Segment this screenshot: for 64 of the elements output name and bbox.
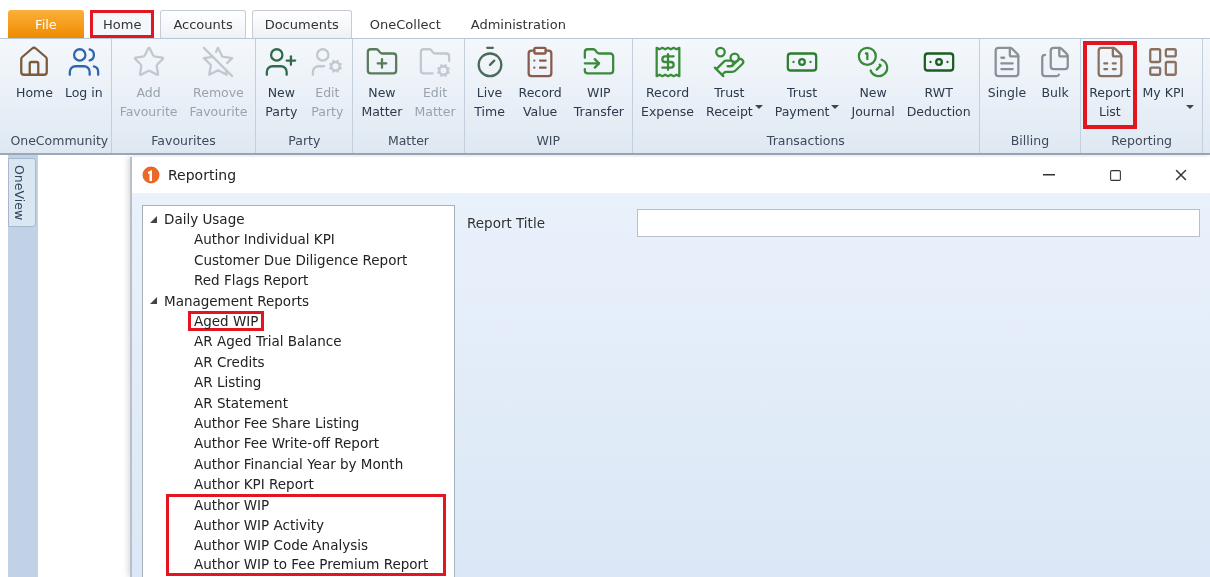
star-icon (131, 45, 166, 79)
ribbon-button[interactable]: Report List (1083, 41, 1137, 129)
ribbon-button[interactable]: Log in (58, 41, 109, 110)
group-label: Party (287, 132, 322, 150)
ribbon-button[interactable]: My KPI (1136, 41, 1201, 110)
tree-item[interactable]: Author WIP to Fee Premium Report (166, 555, 446, 577)
ribbon-button[interactable]: Bulk (1032, 41, 1079, 110)
ribbon-button[interactable]: New Journal (845, 41, 901, 129)
tree-item[interactable]: Author Individual KPI (188, 229, 341, 250)
ribbon-button[interactable]: Single (981, 41, 1033, 110)
field-label: Report Title (467, 214, 546, 231)
tree-item[interactable]: AR Statement (188, 392, 294, 413)
tree-item[interactable]: Author WIP Code Analysis (166, 535, 446, 556)
group-label: Transactions (765, 132, 846, 150)
ribbon-button[interactable]: WIP Transfer (567, 41, 630, 129)
person-plus-icon (264, 45, 299, 79)
tree-item[interactable]: Red Flags Report (188, 270, 315, 291)
ribbon-button[interactable]: RWT Deduction (900, 41, 977, 129)
maximize-icon (1108, 168, 1122, 182)
tree-item[interactable]: Author Fee Write-off Report (188, 433, 386, 454)
tree-item[interactable]: Author WIP (166, 494, 446, 515)
app-logo-icon (142, 166, 160, 184)
ribbon-tab[interactable]: Documents (251, 10, 352, 38)
tree-item[interactable]: AR Credits (188, 351, 271, 373)
star-off-icon (201, 45, 236, 79)
group-label: OneCommunity (10, 132, 109, 150)
coins-icon (856, 45, 891, 79)
tree-folder[interactable]: Daily Usage (164, 211, 245, 228)
expand-arrow-icon[interactable] (149, 296, 158, 306)
hand-coins-icon (712, 45, 747, 79)
group-label: Matter (386, 132, 430, 150)
ribbon-button[interactable]: Trust Receipt (700, 41, 769, 129)
group-label: Reporting (1110, 132, 1174, 150)
tree-item[interactable]: AR Aged Trial Balance (188, 331, 348, 352)
tree-item[interactable]: Author Financial Year by Month (188, 453, 410, 475)
ribbon-tab[interactable]: Accounts (160, 10, 246, 38)
group-label: WIP (535, 132, 562, 150)
tree-item[interactable]: Aged WIP (188, 310, 265, 332)
ribbon-button[interactable]: Record Value (512, 41, 568, 129)
ribbon-button[interactable]: Trust Payment (768, 41, 846, 129)
tree-item[interactable]: Author WIP Activity (166, 514, 446, 536)
ribbon-button[interactable]: Record Expense (635, 41, 701, 129)
person-gear-icon (310, 45, 345, 79)
folder-gear-icon (418, 45, 452, 79)
ribbon-tab[interactable]: OneCollect (357, 10, 453, 38)
tree-item[interactable]: Author Fee Share Listing (188, 412, 366, 434)
ribbon-tab[interactable]: Administration (458, 10, 578, 38)
people-icon (66, 45, 101, 79)
dialog-title: Reporting (168, 167, 238, 183)
ribbon-button[interactable]: New Matter (355, 41, 409, 129)
tree-item[interactable]: AR Listing (188, 372, 268, 393)
group-label: Favourites (150, 132, 217, 150)
side-tab[interactable]: OneView (8, 158, 36, 228)
ribbon-tab[interactable]: Home (90, 10, 155, 38)
tree-folder[interactable]: Management Reports (164, 292, 309, 309)
ribbon-button[interactable]: Live Time (466, 41, 513, 129)
tree-item[interactable]: Author KPI Report (188, 474, 320, 495)
ribbon-button[interactable]: New Party (258, 41, 305, 129)
ribbon-button[interactable]: Home (10, 41, 59, 110)
tree-item[interactable]: Customer Due Diligence Report (188, 249, 414, 271)
minimize-icon (1043, 174, 1055, 176)
report-title-field[interactable] (637, 209, 1200, 237)
group-label: Billing (1009, 132, 1051, 150)
expand-arrow-icon[interactable] (149, 214, 158, 224)
